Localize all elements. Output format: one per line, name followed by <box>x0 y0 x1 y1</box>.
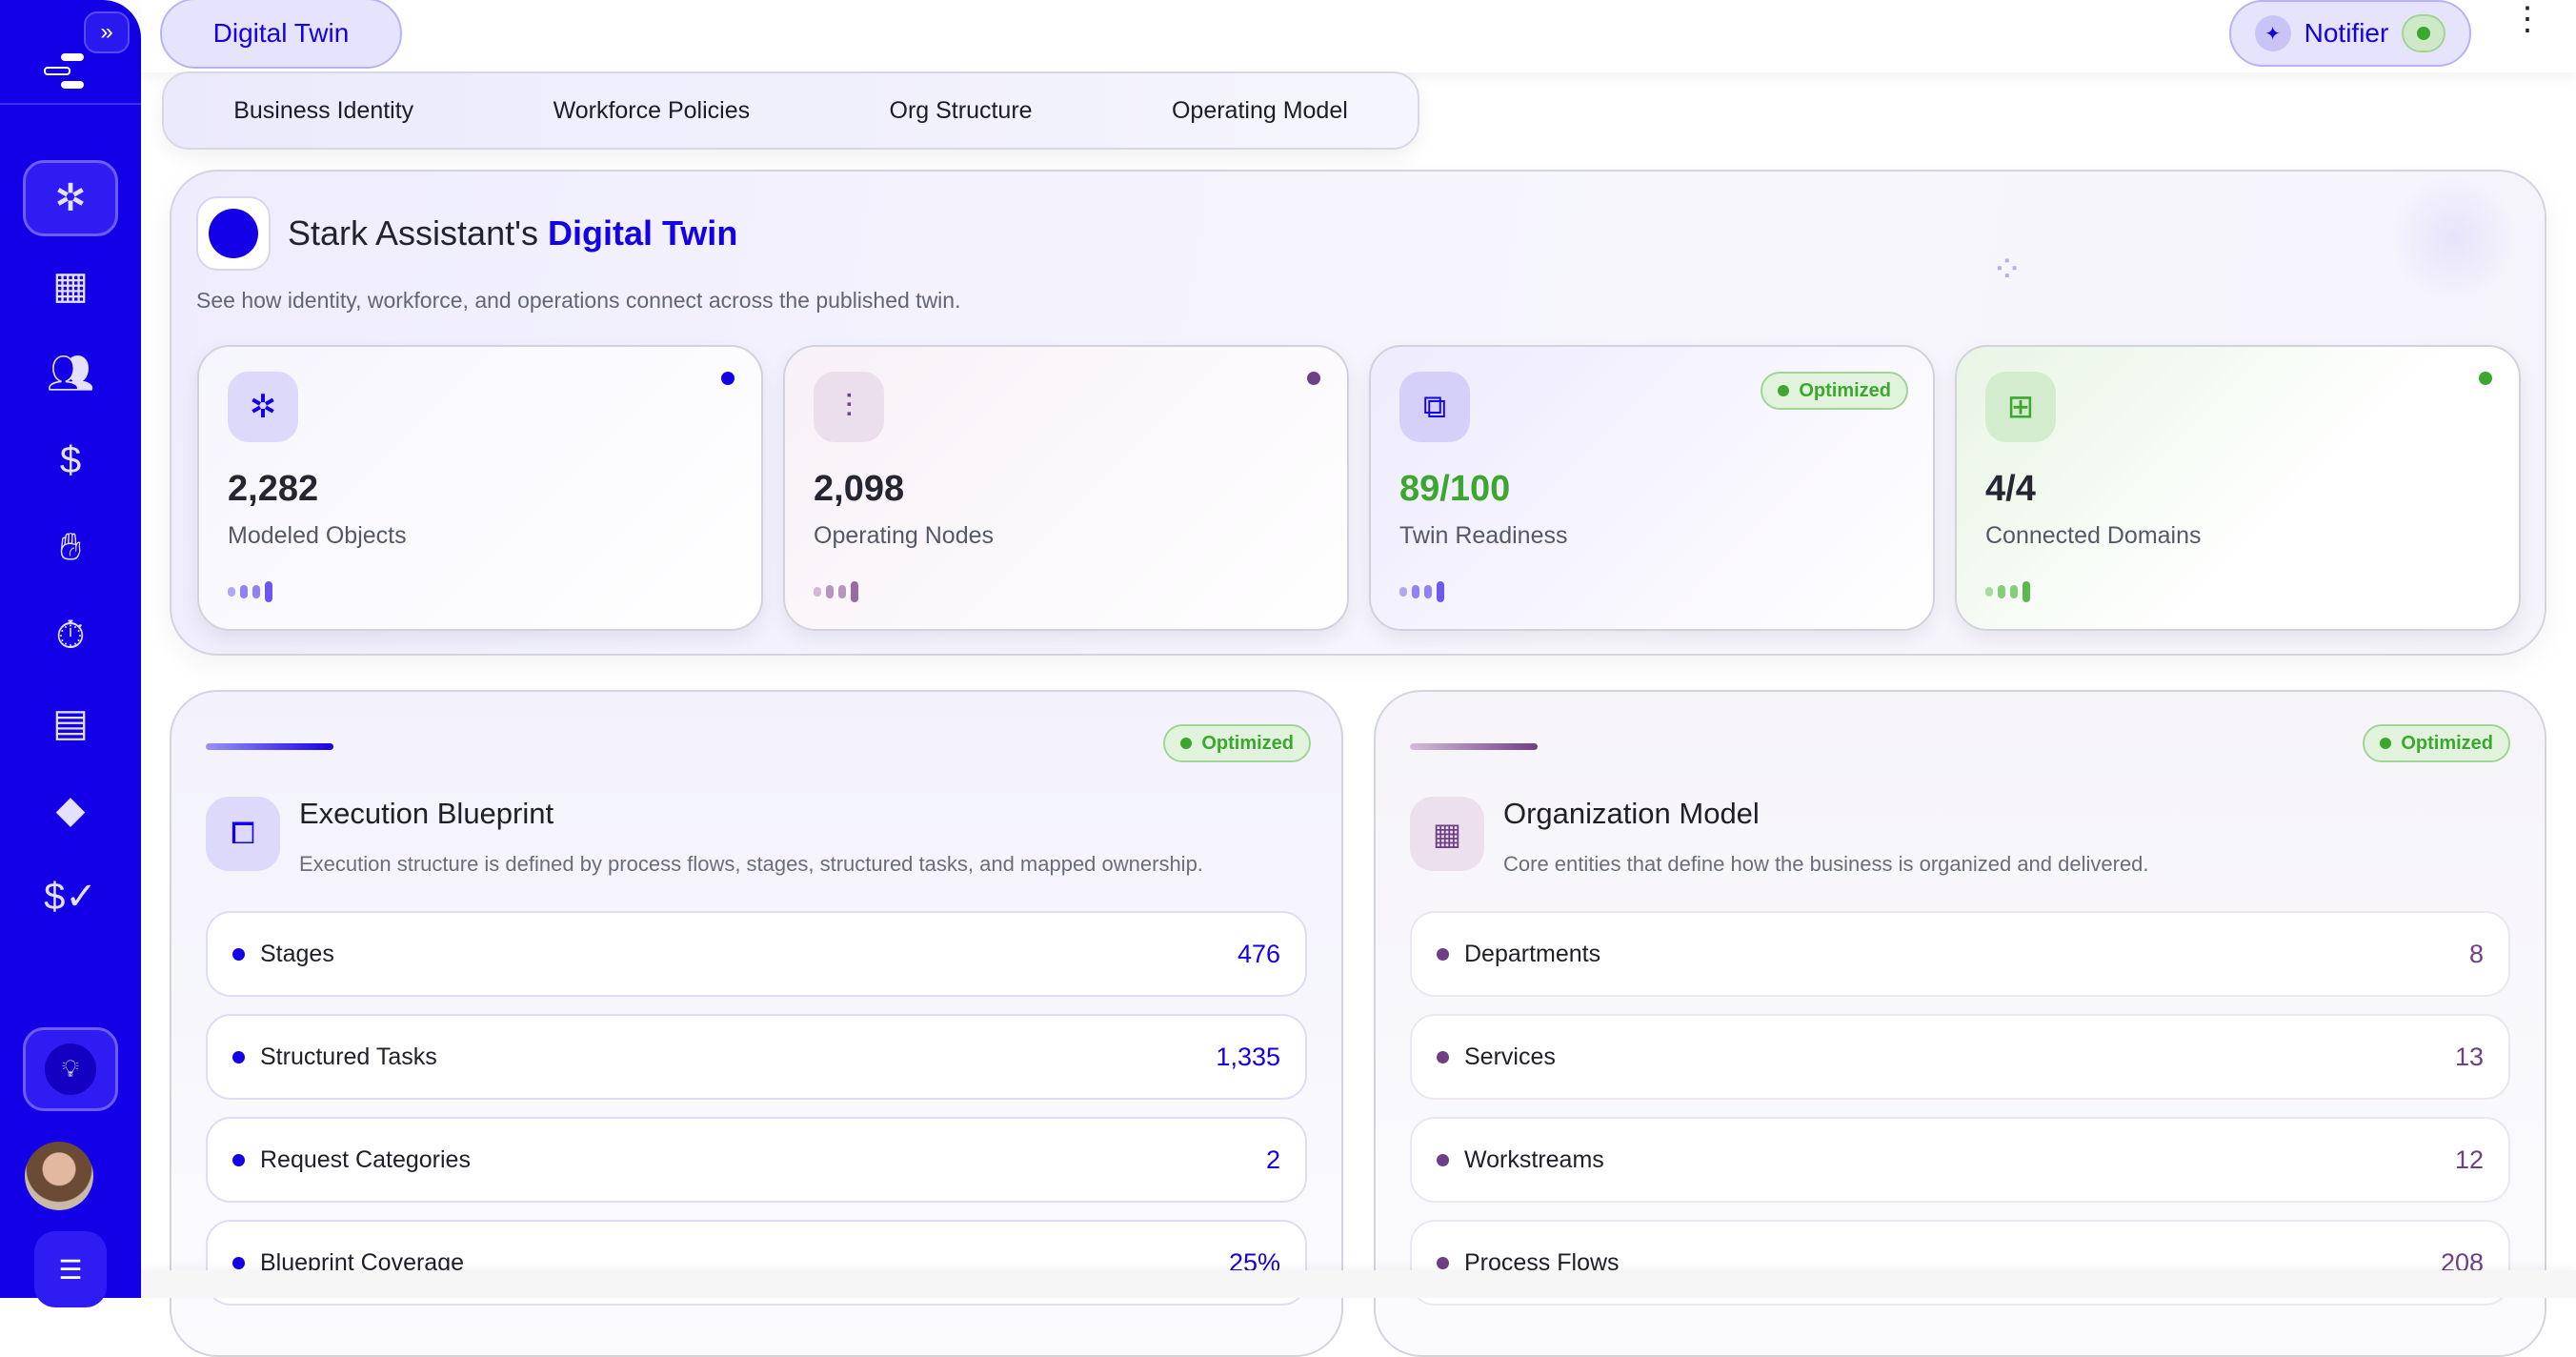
card-title: Execution Blueprint <box>299 797 553 831</box>
tab-operating-model[interactable]: Operating Model <box>1172 97 1348 125</box>
widgets-icon: ⊞ <box>1985 372 2056 442</box>
section-tabs: Business Identity Workforce Policies Org… <box>162 71 1419 150</box>
metric-value: 12 <box>2455 1145 2484 1175</box>
stat-label: Connected Domains <box>1985 522 2202 550</box>
metric-value: 2 <box>1266 1145 1280 1175</box>
metric-label: Request Categories <box>260 1146 1266 1174</box>
decorative-glow <box>2387 172 2521 305</box>
activity-bars-icon <box>1399 581 1444 602</box>
notifier-label: Notifier <box>2304 18 2389 49</box>
tab-workforce-policies[interactable]: Workforce Policies <box>553 97 751 125</box>
stat-card-operating-nodes[interactable]: ⫶ 2,098 Operating Nodes <box>783 345 1349 631</box>
metric-label: Workstreams <box>1464 1146 2455 1174</box>
metric-label: Stages <box>260 941 1238 968</box>
lightbulb-icon: 💡︎ <box>45 1043 96 1095</box>
metric-row[interactable]: Departments8 <box>1410 911 2510 997</box>
expand-sidebar-button[interactable]: » <box>84 11 130 53</box>
metric-row[interactable]: Stages476 <box>206 911 1307 997</box>
assistant-logo-icon <box>196 196 271 271</box>
optimized-badge: Optimized <box>1761 372 1908 410</box>
stat-card-connected-domains[interactable]: ⊞ 4/4 Connected Domains <box>1955 345 2521 631</box>
status-dot <box>2479 372 2492 385</box>
diamond-icon[interactable]: ◆ <box>23 772 118 848</box>
more-options-icon[interactable]: ⋮ <box>2511 11 2534 59</box>
metric-label: Services <box>1464 1043 2455 1071</box>
page-title-pill: Digital Twin <box>160 0 402 69</box>
hero-subtitle: See how identity, workforce, and operati… <box>196 288 960 314</box>
status-dot <box>721 372 735 385</box>
stat-value: 89/100 <box>1399 469 1510 510</box>
metric-row[interactable]: Request Categories2 <box>206 1117 1307 1203</box>
card-description: Execution structure is defined by proces… <box>299 852 1203 877</box>
ideas-button[interactable]: 💡︎ <box>23 1027 118 1111</box>
metric-value: 8 <box>2469 940 2484 969</box>
sparkle-icon: ✦ <box>2255 15 2291 51</box>
accent-line <box>206 743 333 750</box>
app-logo <box>44 53 91 91</box>
copy-icon: ⧉ <box>1399 372 1470 442</box>
notifier-button[interactable]: ✦ Notifier <box>2229 0 2471 67</box>
hero-title: Stark Assistant's Digital Twin <box>288 213 737 253</box>
stat-label: Operating Nodes <box>814 522 994 550</box>
metric-value: 13 <box>2455 1043 2484 1072</box>
tab-org-structure[interactable]: Org Structure <box>890 97 1033 125</box>
stat-value: 2,282 <box>228 469 318 510</box>
metric-label: Departments <box>1464 941 2469 968</box>
organization-model-card: Optimized ▦ Organization Model Core enti… <box>1374 690 2546 1357</box>
network-decoration-icon: ⁘ <box>1991 248 2023 292</box>
footer-bar <box>141 1270 2576 1298</box>
metric-value: 1,335 <box>1216 1043 1280 1072</box>
tab-business-identity[interactable]: Business Identity <box>233 97 413 125</box>
metric-row[interactable]: Structured Tasks1,335 <box>206 1014 1307 1100</box>
card-title: Organization Model <box>1503 797 1760 831</box>
collapse-menu-button[interactable]: ☰ <box>34 1231 107 1307</box>
divider <box>0 103 141 105</box>
network-icon: ✲ <box>228 372 298 442</box>
metric-label: Structured Tasks <box>260 1043 1216 1071</box>
hero-title-highlight: Digital Twin <box>548 213 737 253</box>
stat-label: Twin Readiness <box>1399 522 1567 550</box>
metric-row[interactable]: Services13 <box>1410 1014 2510 1100</box>
activity-bars-icon <box>814 581 858 602</box>
digital-twin-network-icon[interactable]: ✲ <box>23 160 118 236</box>
document-icon[interactable]: ▤ <box>23 685 118 761</box>
digital-twin-hero-card: Stark Assistant's Digital Twin See how i… <box>170 170 2546 656</box>
metric-value: 476 <box>1238 940 1280 969</box>
dashboard-icon[interactable]: ▦ <box>23 248 118 324</box>
activity-bars-icon <box>1985 581 2030 602</box>
activity-bars-icon <box>228 581 272 602</box>
users-icon[interactable]: 👥︎ <box>23 334 118 411</box>
hero-title-prefix: Stark Assistant's <box>288 213 538 253</box>
metric-row[interactable]: Workstreams12 <box>1410 1117 2510 1203</box>
hierarchy-icon: ⧠ <box>206 797 280 871</box>
stat-label: Modeled Objects <box>228 522 407 550</box>
top-bar <box>141 0 2576 72</box>
notifier-status-toggle[interactable] <box>2402 14 2445 52</box>
execution-blueprint-card: Optimized ⧠ Execution Blueprint Executio… <box>170 690 1343 1357</box>
stat-card-twin-readiness[interactable]: ⧉ Optimized 89/100 Twin Readiness <box>1369 345 1935 631</box>
card-description: Core entities that define how the busine… <box>1503 852 2149 877</box>
waveform-icon: ⫶ <box>814 372 884 442</box>
stopwatch-icon[interactable]: ⏱︎ <box>23 597 118 674</box>
stat-value: 2,098 <box>814 469 904 510</box>
user-avatar[interactable] <box>25 1142 93 1210</box>
stat-value: 4/4 <box>1985 469 2036 510</box>
status-dot <box>1307 372 1320 385</box>
sidebar: » ✲ ▦ 👥︎ $ ✋︎ ⏱︎ ▤ ◆ $✓ 💡︎ ☰ <box>0 0 141 1298</box>
stat-card-modeled-objects[interactable]: ✲ 2,282 Modeled Objects <box>197 345 763 631</box>
accent-line <box>1410 743 1538 750</box>
optimized-badge: Optimized <box>1163 724 1311 762</box>
optimized-badge: Optimized <box>2363 724 2510 762</box>
building-icon: ▦ <box>1410 797 1484 871</box>
pricing-check-icon[interactable]: $✓ <box>23 859 118 935</box>
invoice-icon[interactable]: $ <box>23 422 118 498</box>
handshake-icon[interactable]: ✋︎ <box>23 509 118 585</box>
